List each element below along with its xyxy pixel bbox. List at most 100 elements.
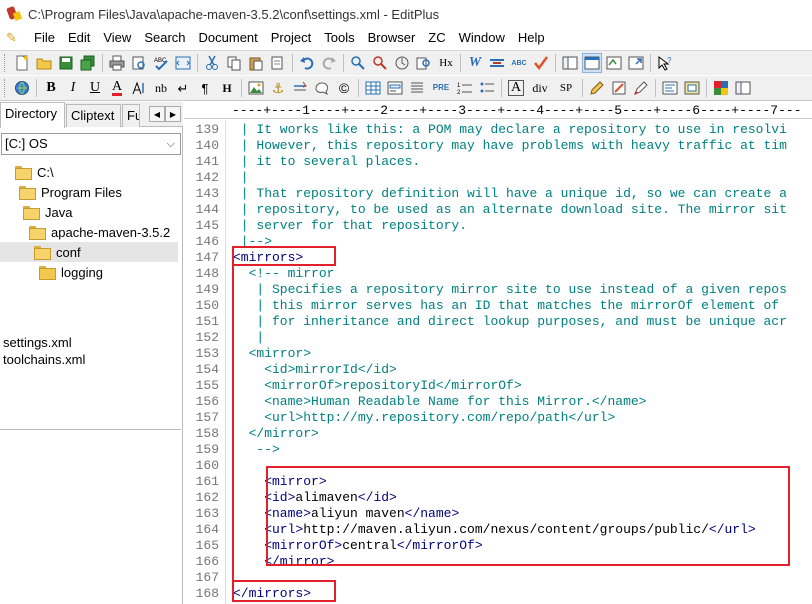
code-line[interactable]: 141 | it to several places. <box>184 154 812 170</box>
html-toolbar-icon[interactable] <box>173 53 193 73</box>
context-help-icon[interactable]: ? <box>655 53 675 73</box>
document-pencil-icon[interactable]: ✎ <box>6 30 22 46</box>
form-button[interactable] <box>385 78 405 98</box>
tab-cliptext[interactable]: Cliptext <box>66 104 121 127</box>
template-icon[interactable] <box>660 78 680 98</box>
menu-view[interactable]: View <box>97 28 138 48</box>
font-color-button[interactable]: A <box>107 78 127 98</box>
menu-tools[interactable]: Tools <box>318 28 361 48</box>
code-line[interactable]: 144 | repository, to be used as an alter… <box>184 202 812 218</box>
anchor-button[interactable]: ⚓ <box>268 78 288 98</box>
menu-search[interactable]: Search <box>138 28 192 48</box>
code-line[interactable]: 153 <mirror> <box>184 346 812 362</box>
save-all-icon[interactable] <box>78 53 98 73</box>
save-icon[interactable] <box>56 53 76 73</box>
code-line[interactable]: 149 | Specifies a repository mirror site… <box>184 282 812 298</box>
div-button[interactable]: div <box>528 78 552 98</box>
paste-icon[interactable] <box>246 53 266 73</box>
spellcheck-icon[interactable]: ABC <box>151 53 171 73</box>
table-button[interactable] <box>363 78 383 98</box>
cliptext-window-icon[interactable] <box>604 53 624 73</box>
a-tag-button[interactable]: A <box>506 78 526 98</box>
edit-pencil-icon[interactable] <box>587 78 607 98</box>
find-in-files-icon[interactable] <box>414 53 434 73</box>
find-icon[interactable] <box>348 53 368 73</box>
menu-document[interactable]: Document <box>193 28 265 48</box>
tree-item-c-drive[interactable]: C:\ <box>15 162 54 182</box>
code-line[interactable]: 158 </mirror> <box>184 426 812 442</box>
code-line[interactable]: 159 --> <box>184 442 812 458</box>
code-line[interactable]: 151 | for inheritance and direct lookup … <box>184 314 812 330</box>
copyright-button[interactable]: © <box>334 78 354 98</box>
code-line[interactable]: 155 <mirrorOf>repositoryId</mirrorOf> <box>184 378 812 394</box>
menu-browser[interactable]: Browser <box>362 28 423 48</box>
word-wrap-icon[interactable]: W <box>465 53 485 73</box>
tab-directory[interactable]: Directory <box>0 102 65 128</box>
tab-scroll-right-icon[interactable]: ▶ <box>165 106 181 122</box>
tab-functions[interactable]: Fu <box>122 104 140 127</box>
hex-viewer-icon[interactable]: Hx <box>436 53 456 73</box>
bullet-list-button[interactable] <box>477 78 497 98</box>
color-picker-icon[interactable] <box>631 78 651 98</box>
comment-button[interactable] <box>312 78 332 98</box>
code-line[interactable]: 142 | <box>184 170 812 186</box>
code-line[interactable]: 143 | That repository definition will ha… <box>184 186 812 202</box>
underline-button[interactable]: U <box>85 78 105 98</box>
menu-edit[interactable]: Edit <box>62 28 97 48</box>
list-button[interactable] <box>407 78 427 98</box>
numbered-list-button[interactable]: 12 <box>455 78 475 98</box>
code-line[interactable]: 139 | It works like this: a POM may decl… <box>184 122 812 138</box>
nbsp-button[interactable]: nb <box>151 78 171 98</box>
menu-file[interactable]: File <box>28 28 62 48</box>
print-preview-icon[interactable] <box>129 53 149 73</box>
menu-project[interactable]: Project <box>265 28 318 48</box>
heading-button[interactable]: H <box>217 78 237 98</box>
code-line[interactable]: 154 <id>mirrorId</id> <box>184 362 812 378</box>
font-size-icon[interactable] <box>129 78 149 98</box>
code-line[interactable]: 156 <name>Human Readable Name for this M… <box>184 394 812 410</box>
code-line[interactable]: 145 | server for that repository. <box>184 218 812 234</box>
output-window-icon[interactable] <box>582 53 602 73</box>
line-number-icon[interactable]: ABC <box>509 53 529 73</box>
file-list-item[interactable]: settings.xml <box>0 334 181 351</box>
tree-item-logging[interactable]: logging <box>39 262 103 282</box>
spell-check-live-icon[interactable] <box>531 53 551 73</box>
tree-item-apache-maven[interactable]: apache-maven-3.5.2 <box>29 222 170 242</box>
frame-icon[interactable] <box>682 78 702 98</box>
menu-help[interactable]: Help <box>512 28 552 48</box>
image-button[interactable] <box>246 78 266 98</box>
italic-button[interactable]: I <box>63 78 83 98</box>
redo-icon[interactable] <box>319 53 339 73</box>
code-line[interactable]: 148 <!-- mirror <box>184 266 812 282</box>
code-line[interactable]: 157 <url>http://my.repository.com/repo/p… <box>184 410 812 426</box>
color-palette-icon[interactable] <box>711 78 731 98</box>
browser-preview-icon[interactable] <box>12 78 32 98</box>
tab-scroll-left-icon[interactable]: ◀ <box>149 106 165 122</box>
print-icon[interactable] <box>107 53 127 73</box>
drive-select[interactable]: [C:] OS ⌵ <box>1 133 181 155</box>
tree-item-program-files[interactable]: Program Files <box>19 182 122 202</box>
undo-icon[interactable] <box>297 53 317 73</box>
bold-button[interactable]: B <box>41 78 61 98</box>
code-line[interactable]: 152 | <box>184 330 812 346</box>
copy-icon[interactable] <box>224 53 244 73</box>
toolbar-grip[interactable] <box>4 54 7 72</box>
paragraph-button[interactable]: ¶ <box>195 78 215 98</box>
tree-item-conf[interactable]: conf <box>0 242 178 262</box>
pre-button[interactable]: PRE <box>429 78 453 98</box>
window-layout-icon[interactable] <box>733 78 753 98</box>
goto-icon[interactable] <box>392 53 412 73</box>
editplus-app-icon[interactable] <box>6 6 22 22</box>
code-line[interactable]: 150 | this mirror serves has an ID that … <box>184 298 812 314</box>
delete-icon[interactable] <box>268 53 288 73</box>
fullscreen-icon[interactable] <box>626 53 646 73</box>
directory-window-icon[interactable] <box>560 53 580 73</box>
replace-icon[interactable] <box>370 53 390 73</box>
span-button[interactable]: SP <box>554 78 578 98</box>
css-style-icon[interactable] <box>609 78 629 98</box>
menu-zc[interactable]: ZC <box>422 28 452 48</box>
ruler-icon[interactable] <box>487 53 507 73</box>
editor-pane[interactable]: ----+----1----+----2----+----3----+----4… <box>184 102 812 604</box>
menu-window[interactable]: Window <box>453 28 512 48</box>
toolbar-grip[interactable] <box>4 79 7 97</box>
